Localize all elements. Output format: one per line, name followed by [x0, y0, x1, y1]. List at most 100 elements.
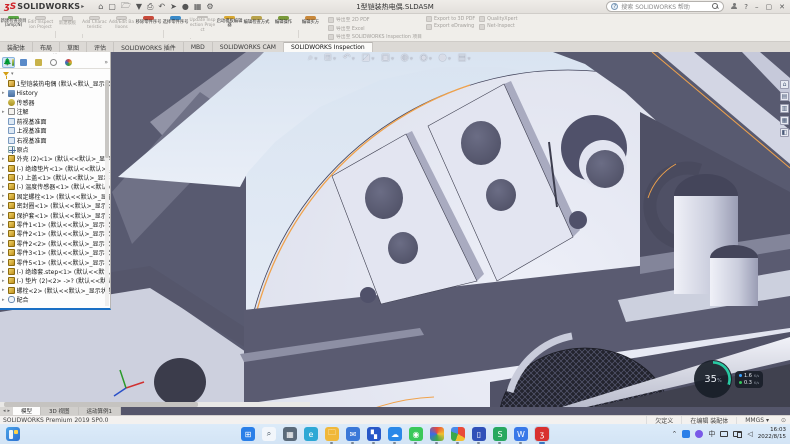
solidworks-logo[interactable]: ʒS SOLIDWORKS ▸ [0, 2, 88, 12]
headsup-icon[interactable]: ◍ ▾ [401, 53, 413, 63]
taskbar-icon[interactable]: ☁ [388, 427, 402, 441]
ribbon-button[interactable]: Update Inspection Project [189, 14, 216, 41]
ribbon-button[interactable]: 新建检查项目 (amp;N) [0, 14, 27, 41]
taskbar-icon[interactable]: ◉ [409, 427, 423, 441]
qat-icon[interactable]: ▢ [108, 2, 116, 11]
tree-filter-bar[interactable]: ▾ [0, 69, 110, 79]
task-pane-tab-icon[interactable]: ▦ [780, 116, 789, 125]
minimize-button[interactable]: – [755, 3, 759, 11]
graphics-viewport[interactable]: ⌕ ▾⊞ ▾↶ ▾◪ ▾▣ ▾◍ ▾◉ ▾● ▾▤ ▾ ⌂▤▥▦◧ 35% 1.… [0, 52, 790, 407]
login-user-icon[interactable] [730, 3, 738, 11]
tray-guard-purple-icon[interactable] [695, 430, 703, 438]
headsup-icon[interactable]: ▤ ▾ [458, 53, 471, 63]
performance-badge[interactable]: 35% 1.6K/s 0.3K/s [694, 360, 763, 398]
feature-tree-item[interactable]: ▸ (-) 垫片 (2)<2> ->? (默认<<默认> [0, 276, 110, 285]
command-tab[interactable]: MBD [184, 42, 213, 52]
filter-dropdown-arrow[interactable]: ▾ [11, 71, 14, 77]
feature-tree-item[interactable]: ▸ 零件2<1> (默认<<默认>_显示状态 [0, 229, 110, 238]
taskbar-icon[interactable]: ▚ [367, 427, 381, 441]
close-button[interactable]: ✕ [779, 3, 785, 11]
restore-button[interactable]: ▢ [766, 3, 773, 11]
headsup-icon[interactable]: ⊞ ▾ [324, 53, 336, 63]
headsup-icon[interactable]: ◉ ▾ [420, 53, 432, 63]
headsup-icon[interactable]: ▣ ▾ [381, 53, 394, 63]
command-tab[interactable]: SOLIDWORKS 插件 [114, 42, 184, 52]
tree-scrollbar-thumb[interactable] [105, 80, 109, 158]
headsup-icon[interactable]: ◪ ▾ [361, 53, 374, 63]
tray-security-blue-icon[interactable] [682, 430, 690, 438]
feature-tree-item[interactable]: ▸ 前视基准面 [0, 117, 110, 126]
command-tab[interactable]: SOLIDWORKS CAM [213, 42, 284, 52]
command-tab[interactable]: SOLIDWORKS Inspection [284, 42, 373, 52]
export-menu-item[interactable]: QualityXpert [479, 16, 517, 22]
help-button[interactable]: ? [744, 3, 748, 11]
help-search-box[interactable]: ? 搜索 SOLIDWORKS 帮助 [606, 1, 724, 12]
feature-tree-item[interactable]: ▸ (-) 上盖<1> (默认<<默认>_显示状 [0, 173, 110, 182]
feature-tree-item[interactable]: ▸ History [0, 88, 110, 97]
export-menu-item[interactable]: Export eDrawing [426, 24, 475, 30]
feature-tree-item[interactable]: ▸ 外壳 (2)<1> (默认<<默认>_显示状 [0, 154, 110, 163]
feature-tree-item[interactable]: ▸ 原点 [0, 145, 110, 154]
dimxpert-manager-tab[interactable] [47, 57, 60, 68]
taskbar-icon[interactable]: S [493, 427, 507, 441]
property-manager-tab[interactable] [17, 57, 30, 68]
configuration-manager-tab[interactable] [32, 57, 45, 68]
volume-icon[interactable]: ◁ [747, 430, 752, 438]
task-pane-tab-icon[interactable]: ⌂ [780, 80, 789, 89]
ribbon-button[interactable]: 编辑操作 [270, 14, 297, 41]
qat-icon[interactable]: ⌂ [98, 2, 103, 11]
cast-screen-icon[interactable] [733, 431, 742, 437]
command-tab[interactable]: 评估 [87, 42, 114, 52]
panel-tab-overflow-arrow[interactable]: » [104, 59, 108, 66]
export-menu-item[interactable]: 导出至 2D PDF [328, 16, 422, 23]
feature-tree-item[interactable]: ▸ 螺栓<2> (默认<<默认>_显示状态 [0, 286, 110, 295]
task-pane-tab-icon[interactable]: ▤ [780, 92, 789, 101]
qat-icon[interactable]: ⚙ [206, 2, 213, 11]
headsup-icon[interactable]: ● ▾ [439, 53, 451, 63]
task-pane-tab-icon[interactable]: ◧ [780, 128, 789, 137]
headsup-icon[interactable]: ⌕ ▾ [308, 53, 317, 63]
command-tab[interactable]: 草图 [60, 42, 87, 52]
ribbon-button[interactable]: 新建模板 [54, 14, 81, 41]
taskbar-icon[interactable]: ✉ [346, 427, 360, 441]
export-menu-item[interactable]: 导出至 SOLIDWORKS Inspection 项目 [328, 33, 422, 40]
ribbon-button[interactable]: Add Characteristic [81, 14, 108, 41]
export-menu-item[interactable]: 导出至 Excel [328, 25, 422, 32]
feature-tree-item[interactable]: ▸ 右视基准面 [0, 135, 110, 144]
qat-icon[interactable]: 🗁 [121, 0, 131, 14]
qat-icon[interactable]: ▼ [136, 2, 142, 11]
viewport-h-scrollbar-thumb[interactable] [4, 402, 198, 407]
taskbar-icon[interactable]: ⌕ [262, 427, 276, 441]
taskbar-icon[interactable]: ▦ [283, 427, 297, 441]
ribbon-button[interactable]: Add/Edit Balloons [108, 14, 135, 41]
taskbar-icon[interactable]: W [514, 427, 528, 441]
tray-chevron-icon[interactable]: ⌃ [672, 430, 678, 438]
feature-tree-item[interactable]: ▸ (-) 绝缘套.step<1> (默认<<默认> [0, 267, 110, 276]
feature-tree-item[interactable]: ▸ 零件2<2> (默认<<默认>_显示状态 [0, 239, 110, 248]
feature-tree-item[interactable]: ▸ 固定螺栓<1> (默认<<默认>_显示 [0, 192, 110, 201]
status-item[interactable]: MMGS ▾ [736, 417, 777, 424]
command-tab[interactable]: 布局 [33, 42, 60, 52]
search-icon[interactable] [712, 3, 719, 10]
display-manager-tab[interactable] [62, 57, 75, 68]
feature-manager-tab[interactable]: 🌲 [2, 57, 15, 68]
command-tab[interactable]: 装配体 [0, 42, 33, 52]
qat-icon[interactable]: ⎙ [147, 2, 153, 12]
view-tab[interactable]: 3D 视图 [41, 407, 78, 415]
feature-tree-item[interactable]: ▸ 零件3<1> (默认<<默认>_显示状态 [0, 248, 110, 257]
feature-tree-item[interactable]: ▸ (-) 绝缘垫片<1> (默认<<默认>_显 [0, 164, 110, 173]
status-help-icon[interactable]: ⊙ [777, 417, 790, 424]
export-menu-item[interactable]: Net-Inspect [479, 24, 517, 30]
feature-tree-item[interactable]: ▸ 保护套<1> (默认<<默认>_显示状 [0, 210, 110, 219]
logo-flyout-arrow[interactable]: ▸ [81, 3, 84, 10]
viewport-h-scrollbar[interactable] [0, 402, 310, 407]
feature-tree-item[interactable]: ▸ 传感器 [0, 98, 110, 107]
view-tab[interactable]: 模型 [13, 407, 41, 415]
tree-scrollbar[interactable] [105, 80, 109, 306]
taskbar-clock[interactable]: 16:03 2022/8/15 [758, 427, 786, 440]
taskbar-icon[interactable] [451, 427, 465, 441]
widgets-button[interactable] [6, 427, 20, 441]
taskbar-icon[interactable]: ʒ [535, 427, 549, 441]
feature-tree-item[interactable]: ▸ (-) 温度传感器<1> (默认<<默认>_显 [0, 182, 110, 191]
ribbon-button[interactable]: 选择零件序号 [162, 14, 189, 41]
